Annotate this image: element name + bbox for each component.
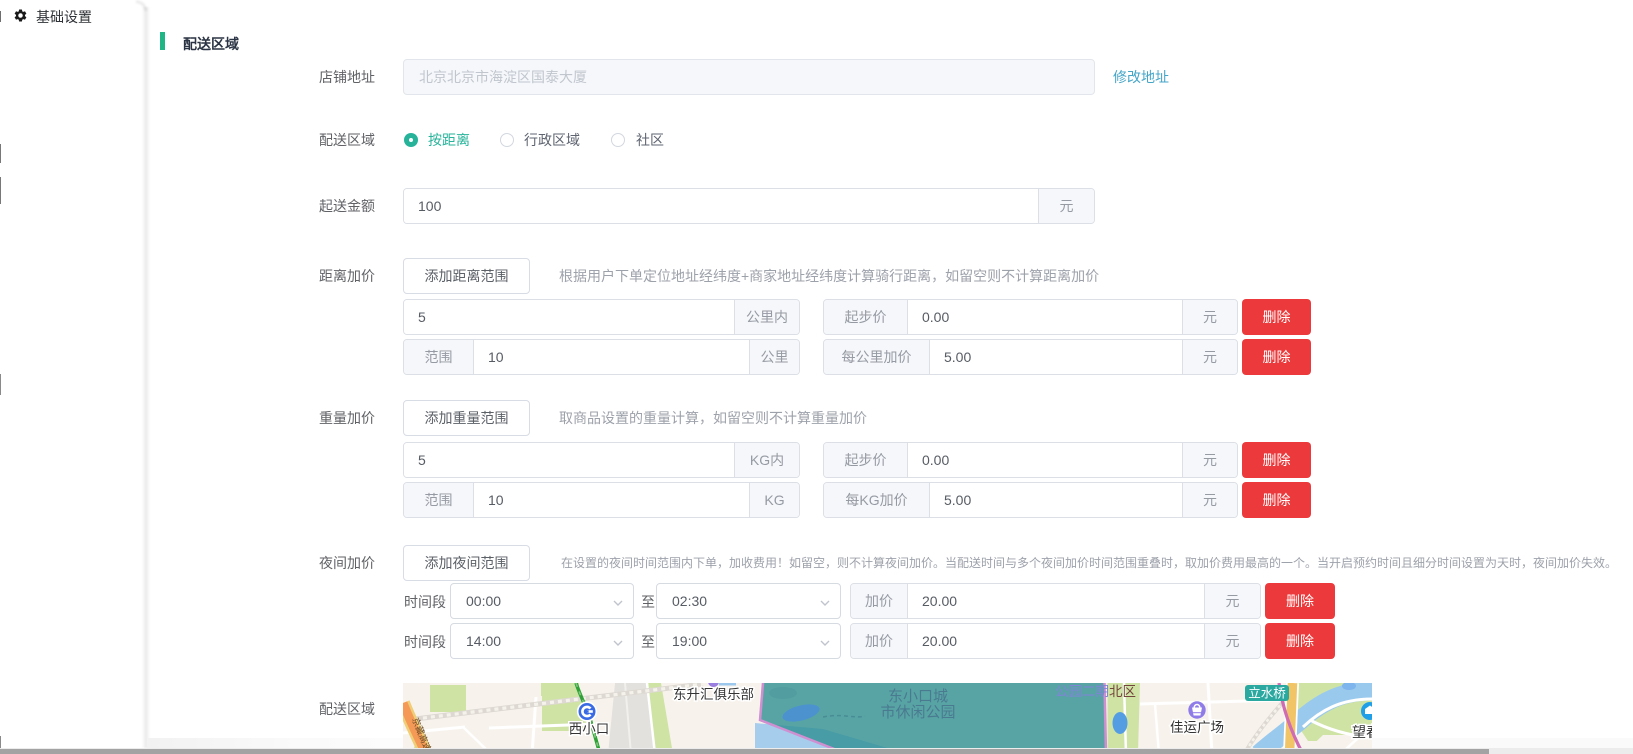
svg-text:公园二期北区: 公园二期北区 [1055,684,1136,699]
svg-text:西小口: 西小口 [569,722,610,737]
svg-text:望春园: 望春园 [1352,724,1372,740]
svg-text:立水桥: 立水桥 [1248,686,1286,701]
svg-text:东升汇俱乐部: 东升汇俱乐部 [673,687,754,702]
svg-text:东小口城: 东小口城 [888,688,948,705]
svg-text:市休闲公园: 市休闲公园 [880,704,955,721]
svg-text:佳运广场: 佳运广场 [1170,720,1224,735]
